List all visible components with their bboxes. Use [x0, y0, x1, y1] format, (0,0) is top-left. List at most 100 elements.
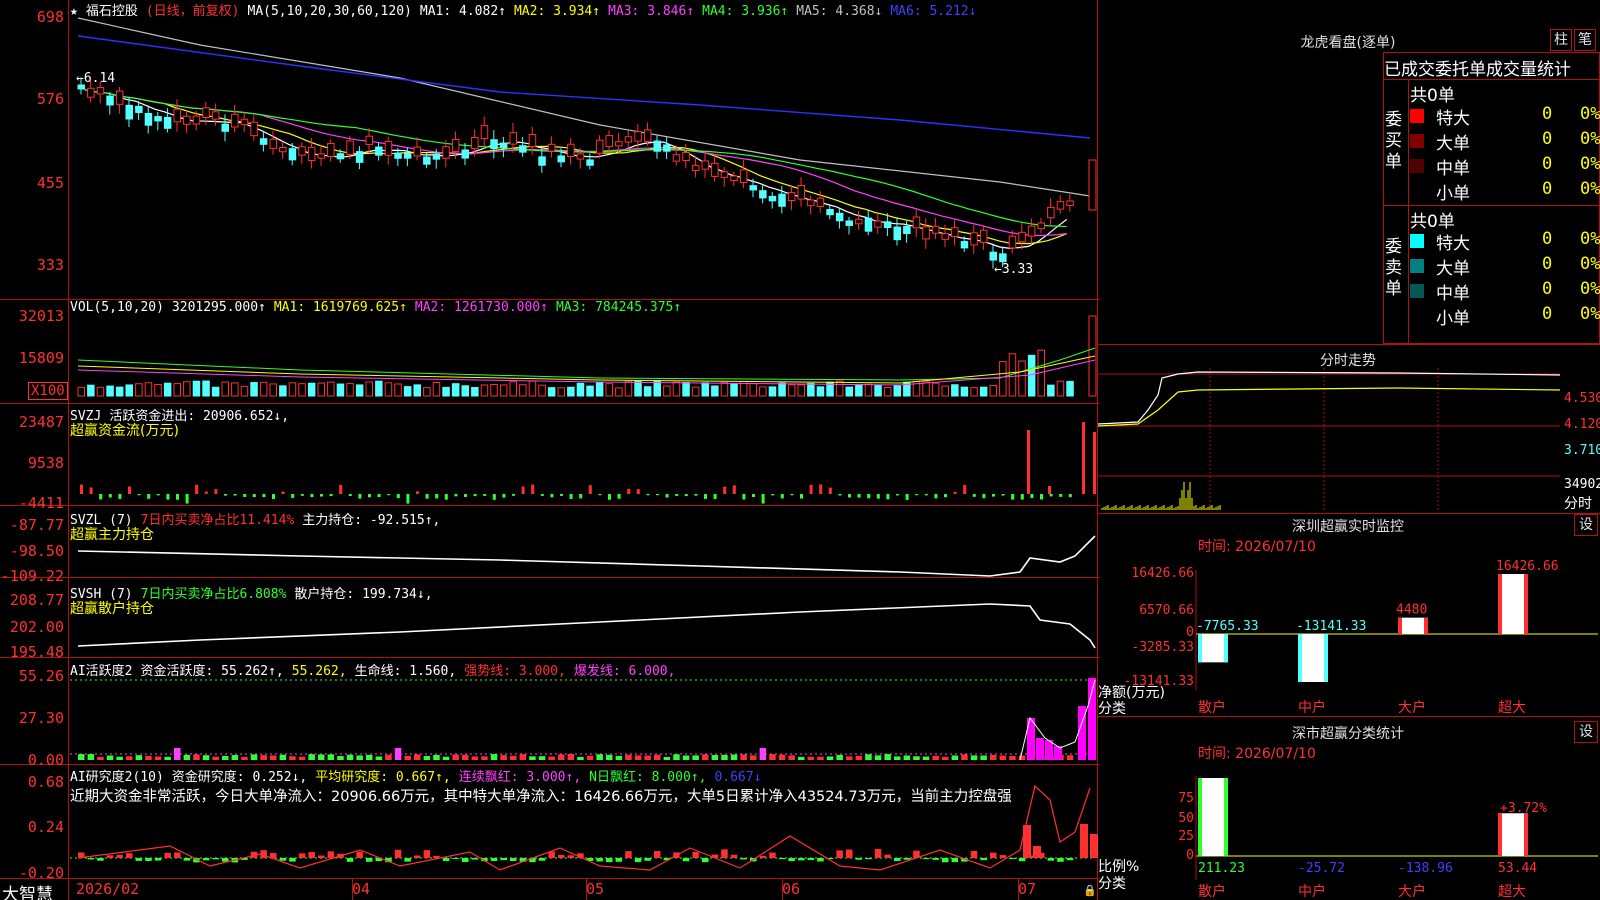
- volume-bar: [643, 386, 652, 397]
- activity-bar: [999, 755, 1007, 760]
- activity-bar: [807, 756, 815, 760]
- candle-body: [432, 153, 441, 160]
- research-bar: [567, 855, 575, 858]
- flow-bar: [857, 494, 861, 498]
- candle-body: [672, 154, 681, 162]
- volume-bar: [893, 384, 901, 397]
- sell-row-count: 0: [1542, 279, 1553, 299]
- candle-body: [221, 123, 229, 132]
- activity-bar: [366, 754, 373, 760]
- volume-bar: [221, 381, 229, 397]
- candle-body: [634, 131, 642, 142]
- research-bar: [721, 849, 728, 858]
- sell-row-name: 小单: [1436, 309, 1470, 329]
- category-label: 散户: [1198, 883, 1226, 900]
- classify-pct-label: +3.72%: [1500, 801, 1547, 816]
- flow-bar: [684, 494, 688, 497]
- candle-body: [375, 146, 383, 156]
- research-bar: [135, 858, 143, 861]
- main-chart-panel[interactable]: ★ 福石控股 (日线，前复权) MA(5,10,20,30,60,120) MA1: 4…: [0, 0, 1100, 900]
- volume-bar: [960, 386, 969, 397]
- buy-row: 小单 0 0%: [1410, 179, 1600, 204]
- activity-bar: [692, 755, 699, 760]
- activity-bar: [174, 748, 181, 760]
- flow-bar: [310, 494, 314, 498]
- volume-bar: [480, 384, 489, 397]
- flow-bar: [896, 494, 899, 496]
- volume-bar: [211, 386, 220, 397]
- flow-bar: [656, 494, 659, 496]
- flow-bar: [617, 494, 621, 499]
- activity-bar: [567, 754, 575, 760]
- flow-bar: [1068, 494, 1072, 498]
- candle-body: [298, 146, 306, 156]
- activity-bar: [260, 755, 267, 760]
- research-bar: [1080, 824, 1088, 858]
- research-bar: [807, 858, 815, 861]
- research-bar: [778, 858, 786, 860]
- flow-bar: [838, 494, 842, 496]
- candle-body: [903, 226, 911, 235]
- candle-body: [951, 227, 959, 237]
- research-bar: [452, 858, 459, 860]
- activity-bar: [78, 754, 85, 760]
- volume-bar: [192, 380, 201, 397]
- activity-bar: [759, 748, 767, 760]
- volume-bar: [787, 384, 796, 397]
- sell-row-name: 特大: [1436, 234, 1470, 254]
- activity-bar: [327, 754, 335, 760]
- research-bar: [289, 858, 296, 862]
- candle-body: [327, 143, 335, 157]
- research-bar: [356, 851, 363, 858]
- volume-bar: [989, 384, 997, 397]
- activity-bar: [625, 754, 632, 760]
- ratio-value-label: -25.72: [1298, 861, 1345, 876]
- candle-body: [192, 115, 201, 125]
- activity-bar: [481, 756, 488, 760]
- research-bar: [999, 855, 1007, 858]
- activity-bar: [874, 755, 882, 760]
- activity-bar: [452, 754, 459, 760]
- flow-bar: [598, 494, 602, 496]
- candle-body: [250, 121, 258, 137]
- ratio-bar-edge: [1524, 813, 1528, 856]
- buy-row-pct: 0%: [1580, 179, 1600, 199]
- research-bar: [404, 858, 411, 862]
- sell-row-name: 中单: [1436, 284, 1470, 304]
- candle-body: [615, 141, 623, 147]
- volume-bar: [528, 380, 537, 397]
- volume-bar: [519, 384, 527, 397]
- buy-row-name: 特大: [1436, 109, 1470, 129]
- candle-body: [1047, 206, 1055, 219]
- sell-row-pct: 0%: [1580, 304, 1600, 324]
- flow-bar: [588, 485, 592, 494]
- volume-bar: [403, 386, 412, 397]
- candle-body: [547, 143, 556, 152]
- net-amount-bar-edge: [1298, 634, 1302, 682]
- activity-bar: [951, 755, 959, 760]
- flow-bar: [108, 494, 112, 498]
- candle-body: [288, 148, 297, 161]
- flow-bar: [387, 494, 391, 496]
- candle-body: [490, 139, 498, 150]
- volume-bar: [87, 384, 95, 397]
- candle-body: [999, 253, 1007, 263]
- activity-bar: [654, 754, 661, 760]
- activity-bar: [932, 755, 939, 760]
- research-bar: [222, 858, 229, 862]
- activity-bar: [788, 755, 795, 760]
- flow-bar: [867, 494, 871, 499]
- flow-bar: [636, 489, 640, 494]
- candle-body: [835, 212, 844, 222]
- buy-row-name: 大单: [1436, 134, 1470, 154]
- candle-body: [480, 125, 489, 139]
- price-indicator-graphics[interactable]: [0, 0, 1098, 900]
- activity-bar: [87, 754, 95, 760]
- flow-bar: [512, 494, 515, 496]
- research-bar: [1090, 834, 1098, 858]
- research-bar: [279, 858, 287, 861]
- research-bar: [154, 858, 162, 861]
- research-bar: [414, 855, 421, 858]
- candle-body: [1027, 225, 1036, 237]
- activity-bar: [1009, 756, 1016, 760]
